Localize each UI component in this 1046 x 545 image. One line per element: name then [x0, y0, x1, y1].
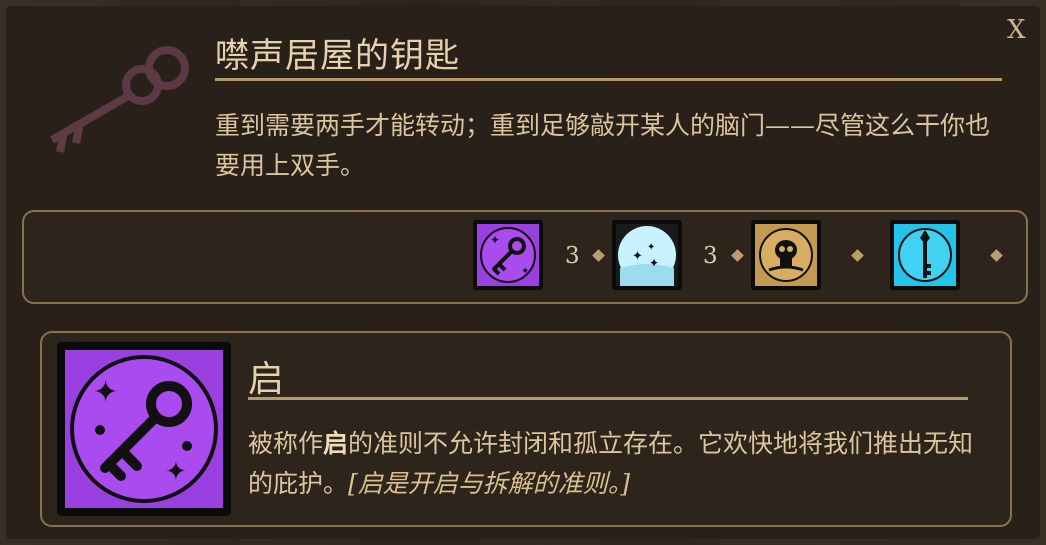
- aspect-divider: [248, 397, 968, 400]
- aspect-tile-lantern[interactable]: ✦ ✦: [473, 220, 543, 290]
- svg-text:✦: ✦: [647, 242, 655, 253]
- aspect-count: 3: [565, 243, 580, 269]
- key-decoration-icon: [50, 46, 189, 153]
- lantern-key-icon: ✦ ✦: [477, 224, 539, 286]
- svg-text:✦: ✦: [93, 375, 118, 410]
- title-divider: [215, 78, 1002, 81]
- aspect-count: 3: [703, 243, 718, 269]
- svg-text:✦: ✦: [632, 249, 643, 264]
- svg-text:✦: ✦: [649, 256, 659, 270]
- close-button[interactable]: X: [1007, 15, 1026, 45]
- aspect-tile-moon[interactable]: ✦ ✦ ✦: [612, 220, 682, 290]
- svg-text:✦: ✦: [490, 233, 500, 247]
- key-icon: [894, 224, 956, 286]
- moon-stars-icon: ✦ ✦ ✦: [616, 224, 678, 286]
- aspect-detail-icon-frame: ✦ ✦: [57, 342, 231, 516]
- aspect-desc-bold: 启: [323, 429, 349, 458]
- aspect-desc-italic: [启是开启与拆解的准则。]: [348, 469, 631, 498]
- item-title: 噤声居屋的钥匙: [215, 36, 460, 76]
- svg-text:✦: ✦: [521, 266, 529, 277]
- item-description: 重到需要两手才能转动；重到足够敲开某人的脑门——尽管这么干你也要用上双手。: [215, 111, 991, 180]
- aspect-description: 被称作启的准则不允许封闭和孤立存在。它欢快地将我们推出无知的庇护。[启是开启与拆…: [248, 424, 983, 504]
- aspect-name: 启: [248, 359, 285, 400]
- skull-icon: [755, 224, 817, 286]
- aspect-tile-key[interactable]: [890, 220, 960, 290]
- aspect-desc-part1: 被称作: [248, 429, 324, 458]
- aspect-tile-skull[interactable]: [751, 220, 821, 290]
- lantern-key-icon: ✦ ✦: [65, 350, 223, 508]
- svg-text:✦: ✦: [165, 457, 187, 487]
